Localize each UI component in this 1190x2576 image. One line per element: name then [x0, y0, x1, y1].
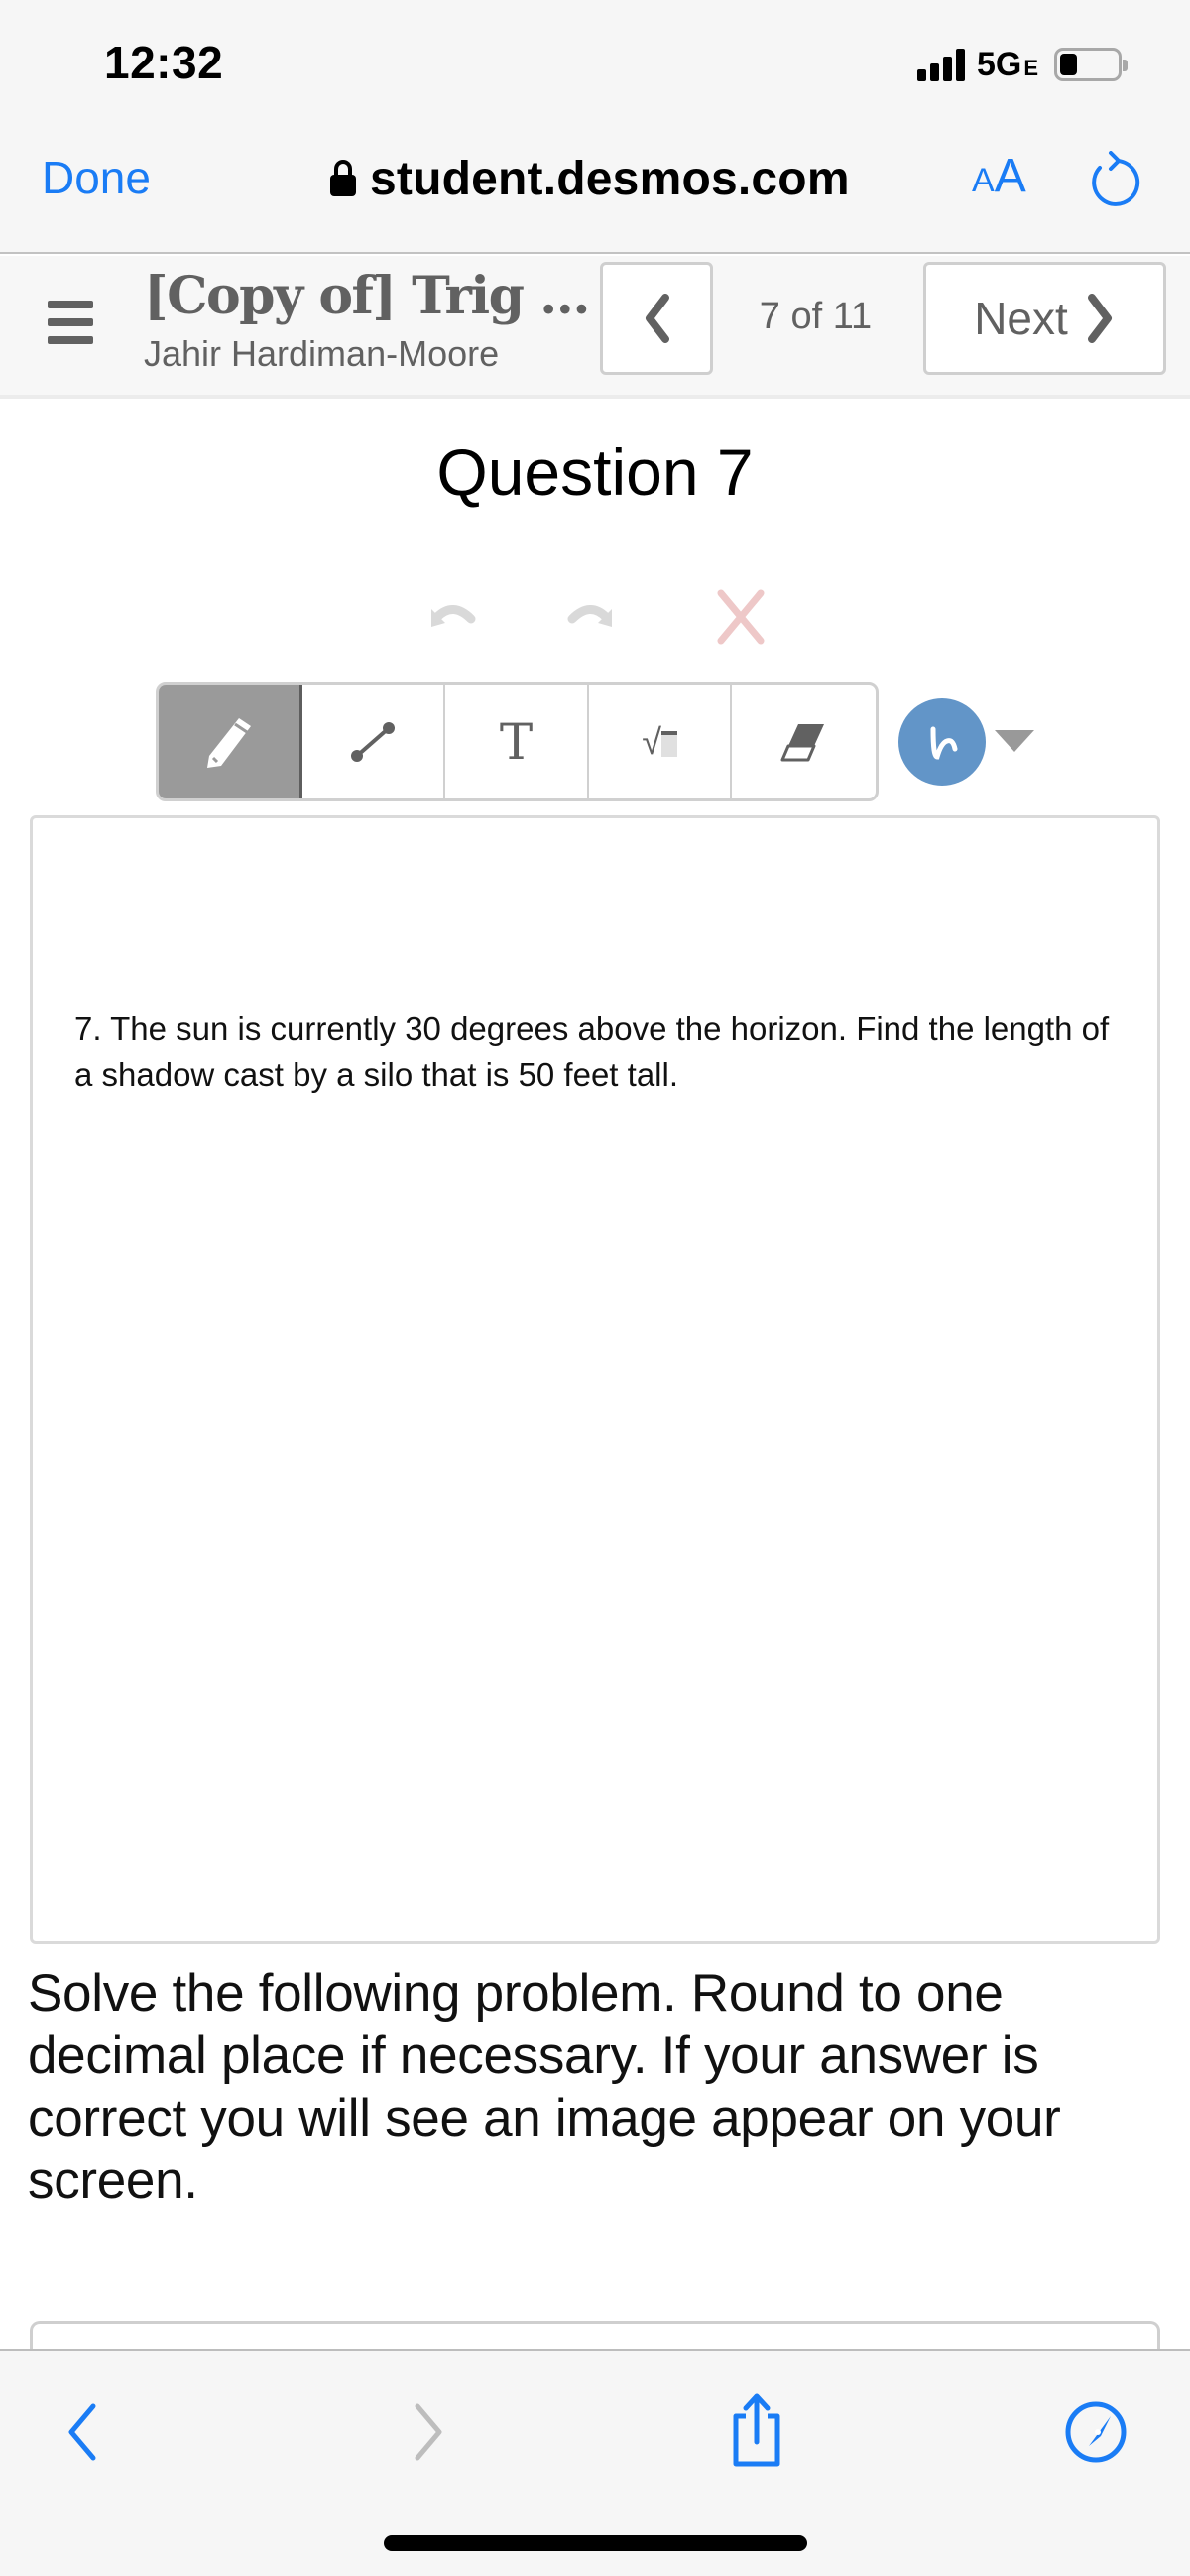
cellular-signal-icon	[917, 48, 969, 81]
chevron-left-icon	[646, 294, 669, 343]
url-text: student.desmos.com	[370, 152, 850, 205]
pencil-tool[interactable]	[159, 685, 302, 798]
sketch-toolbar: T √	[156, 682, 879, 801]
clear-icon[interactable]	[711, 587, 771, 647]
back-arrow-icon[interactable]	[50, 2392, 119, 2472]
math-tool[interactable]: √	[589, 685, 733, 798]
text-tool[interactable]: T	[445, 685, 589, 798]
question-title: Question 7	[436, 435, 754, 509]
next-screen-button[interactable]: Next	[923, 262, 1166, 375]
question-instructions: Solve the following problem. Round to on…	[28, 1964, 1061, 2210]
reload-icon[interactable]	[1086, 151, 1141, 210]
color-dropdown-caret-icon[interactable]	[995, 730, 1034, 752]
color-picker-button[interactable]	[898, 698, 986, 786]
eraser-tool[interactable]	[732, 685, 876, 798]
sqrt-icon: √	[642, 721, 677, 763]
pencil-icon	[206, 718, 251, 768]
teacher-name: Jahir Hardiman-Moore	[144, 333, 500, 374]
sketch-canvas[interactable]: 7. The sun is currently 30 degrees above…	[30, 815, 1160, 1944]
text-size-button[interactable]: AA	[972, 149, 1026, 203]
line-tool[interactable]	[302, 685, 446, 798]
address-bar[interactable]: student.desmos.com	[330, 149, 850, 208]
network-suffix: E	[1023, 56, 1039, 80]
compass-icon[interactable]	[1061, 2392, 1130, 2472]
activity-header: [Copy of] Trig ... Jahir Hardiman-Moore …	[0, 256, 1190, 399]
text-size-large-a: A	[994, 150, 1026, 202]
home-indicator[interactable]	[384, 2535, 807, 2551]
line-segment-icon	[350, 722, 395, 762]
sqrt-glyph: √	[642, 721, 661, 762]
lock-icon	[330, 160, 356, 197]
page-indicator: 7 of 11	[759, 296, 873, 337]
network-label: 5G	[977, 46, 1022, 83]
hamburger-menu-icon[interactable]	[48, 301, 93, 344]
status-time: 12:32	[104, 37, 224, 88]
text-size-small-a: A	[972, 162, 995, 199]
squiggle-stroke-icon	[930, 726, 958, 760]
previous-screen-button[interactable]	[600, 262, 713, 375]
battery-icon	[1054, 48, 1128, 81]
eraser-icon	[780, 724, 824, 762]
forward-arrow-icon[interactable]	[392, 2392, 461, 2472]
redo-icon[interactable]	[562, 587, 622, 647]
browser-top-chrome: 12:32 5GE Done student.desmos.com AA	[0, 0, 1190, 254]
question-prompt: 7. The sun is currently 30 degrees above…	[74, 1010, 1110, 1093]
battery-level	[1060, 54, 1077, 75]
activity-title: [Copy of] Trig ...	[144, 266, 590, 326]
share-icon[interactable]	[722, 2392, 791, 2472]
undo-icon[interactable]	[421, 587, 481, 647]
next-label: Next	[974, 293, 1068, 344]
chevron-right-icon	[1087, 294, 1112, 343]
battery-nub	[1123, 60, 1128, 71]
done-button[interactable]: Done	[42, 151, 151, 204]
text-tool-glyph: T	[499, 713, 534, 771]
network-type: 5GE	[977, 46, 1038, 84]
